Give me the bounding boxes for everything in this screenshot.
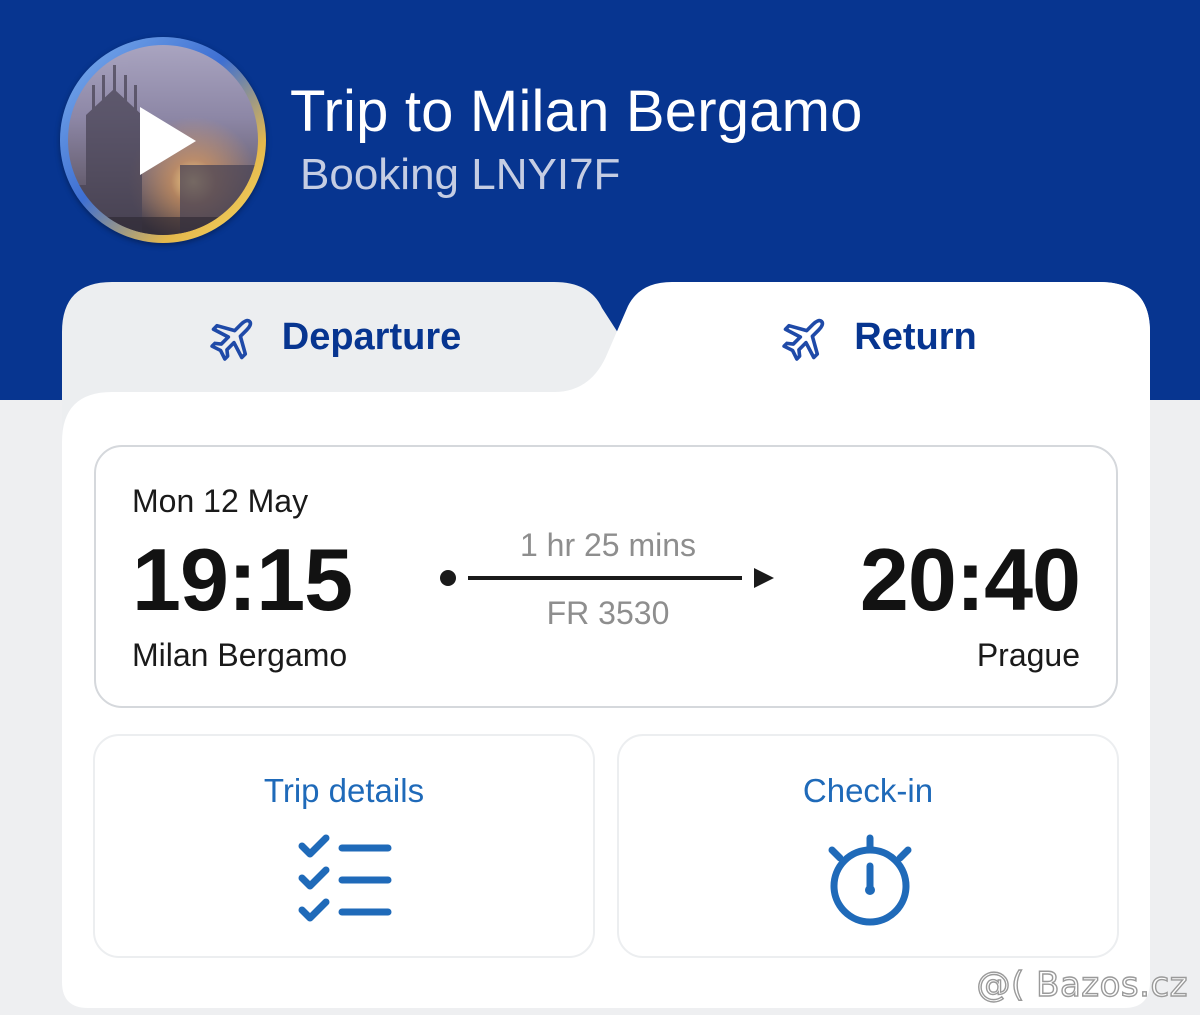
flight-date: Mon 12 May (132, 483, 309, 519)
flight-summary[interactable]: Mon 12 May 19:15 20:40 Milan Bergamo Pra… (94, 445, 1118, 708)
destination-city: Prague (976, 637, 1080, 673)
tab-departure-label: Departure (281, 315, 462, 358)
watermark: @( Bazos.cz (976, 964, 1188, 1005)
trip-details-label: Trip details (263, 772, 425, 809)
booking-reference: Booking LNYI7F (300, 150, 620, 200)
route-arrow-icon (440, 568, 774, 588)
checklist-icon (298, 834, 392, 922)
flight-duration: 1 hr 25 mins (519, 527, 697, 563)
play-icon (140, 107, 196, 175)
arrival-time: 20:40 (859, 530, 1081, 629)
plane-icon (210, 318, 252, 361)
origin-city: Milan Bergamo (132, 637, 348, 673)
plane-icon (782, 318, 825, 361)
tab-departure[interactable]: Departure (62, 282, 607, 392)
stopwatch-icon (828, 834, 912, 926)
departure-time: 19:15 (132, 530, 353, 629)
trip-title: Trip to Milan Bergamo (290, 79, 863, 144)
trip-details-button[interactable]: Trip details (93, 734, 595, 958)
tab-return-label: Return (854, 315, 977, 358)
trip-thumbnail[interactable] (60, 37, 266, 243)
booking-code: LNYI7F (471, 150, 621, 199)
trip-photo (68, 45, 258, 235)
flight-number: FR 3530 (546, 595, 670, 631)
check-in-button[interactable]: Check-in (617, 734, 1119, 958)
check-in-label: Check-in (802, 772, 934, 809)
booking-label: Booking (300, 150, 460, 199)
tab-return[interactable]: Return (607, 282, 1150, 392)
